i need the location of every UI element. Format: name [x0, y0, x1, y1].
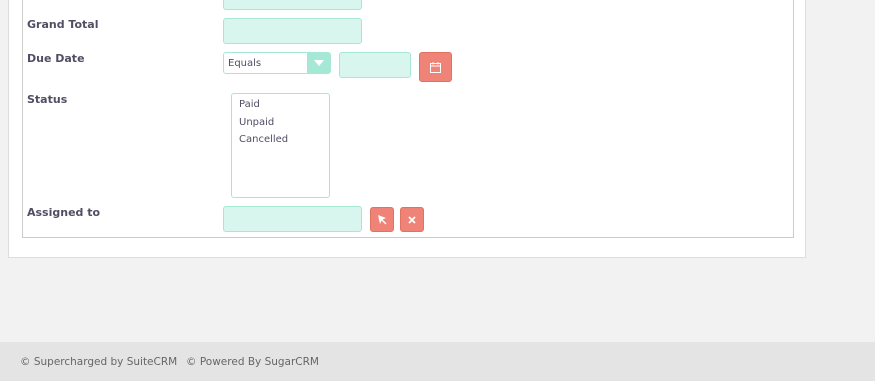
search-form-inner [22, 0, 794, 238]
select-user-button[interactable] [370, 207, 394, 232]
assigned-to-label: Assigned to [27, 206, 101, 219]
status-option-cancelled[interactable]: Cancelled [239, 131, 329, 149]
status-multiselect[interactable]: Paid Unpaid Cancelled [231, 93, 330, 198]
supercharged-by-suitecrm-link[interactable]: © Supercharged by SuiteCRM [20, 356, 177, 368]
calendar-icon [430, 61, 441, 73]
due-date-input[interactable] [339, 52, 411, 78]
previous-field-input[interactable] [223, 0, 362, 10]
status-label: Status [27, 93, 68, 106]
due-date-operator-select[interactable]: Equals [223, 52, 331, 74]
status-option-unpaid[interactable]: Unpaid [239, 114, 329, 132]
cursor-select-icon [377, 215, 386, 225]
close-icon [408, 215, 416, 224]
chevron-down-icon[interactable] [307, 53, 330, 73]
status-option-paid[interactable]: Paid [239, 96, 329, 114]
assigned-to-input[interactable] [223, 206, 362, 232]
calendar-button[interactable] [419, 52, 452, 82]
grand-total-label: Grand Total [27, 18, 99, 31]
due-date-operator-value: Equals [228, 58, 262, 69]
powered-by-sugarcrm-link[interactable]: © Powered By SugarCRM [186, 356, 319, 368]
clear-user-button[interactable] [400, 207, 424, 232]
page-footer: © Supercharged by SuiteCRM © Powered By … [0, 342, 875, 381]
due-date-label: Due Date [27, 52, 85, 65]
grand-total-input[interactable] [223, 18, 362, 44]
